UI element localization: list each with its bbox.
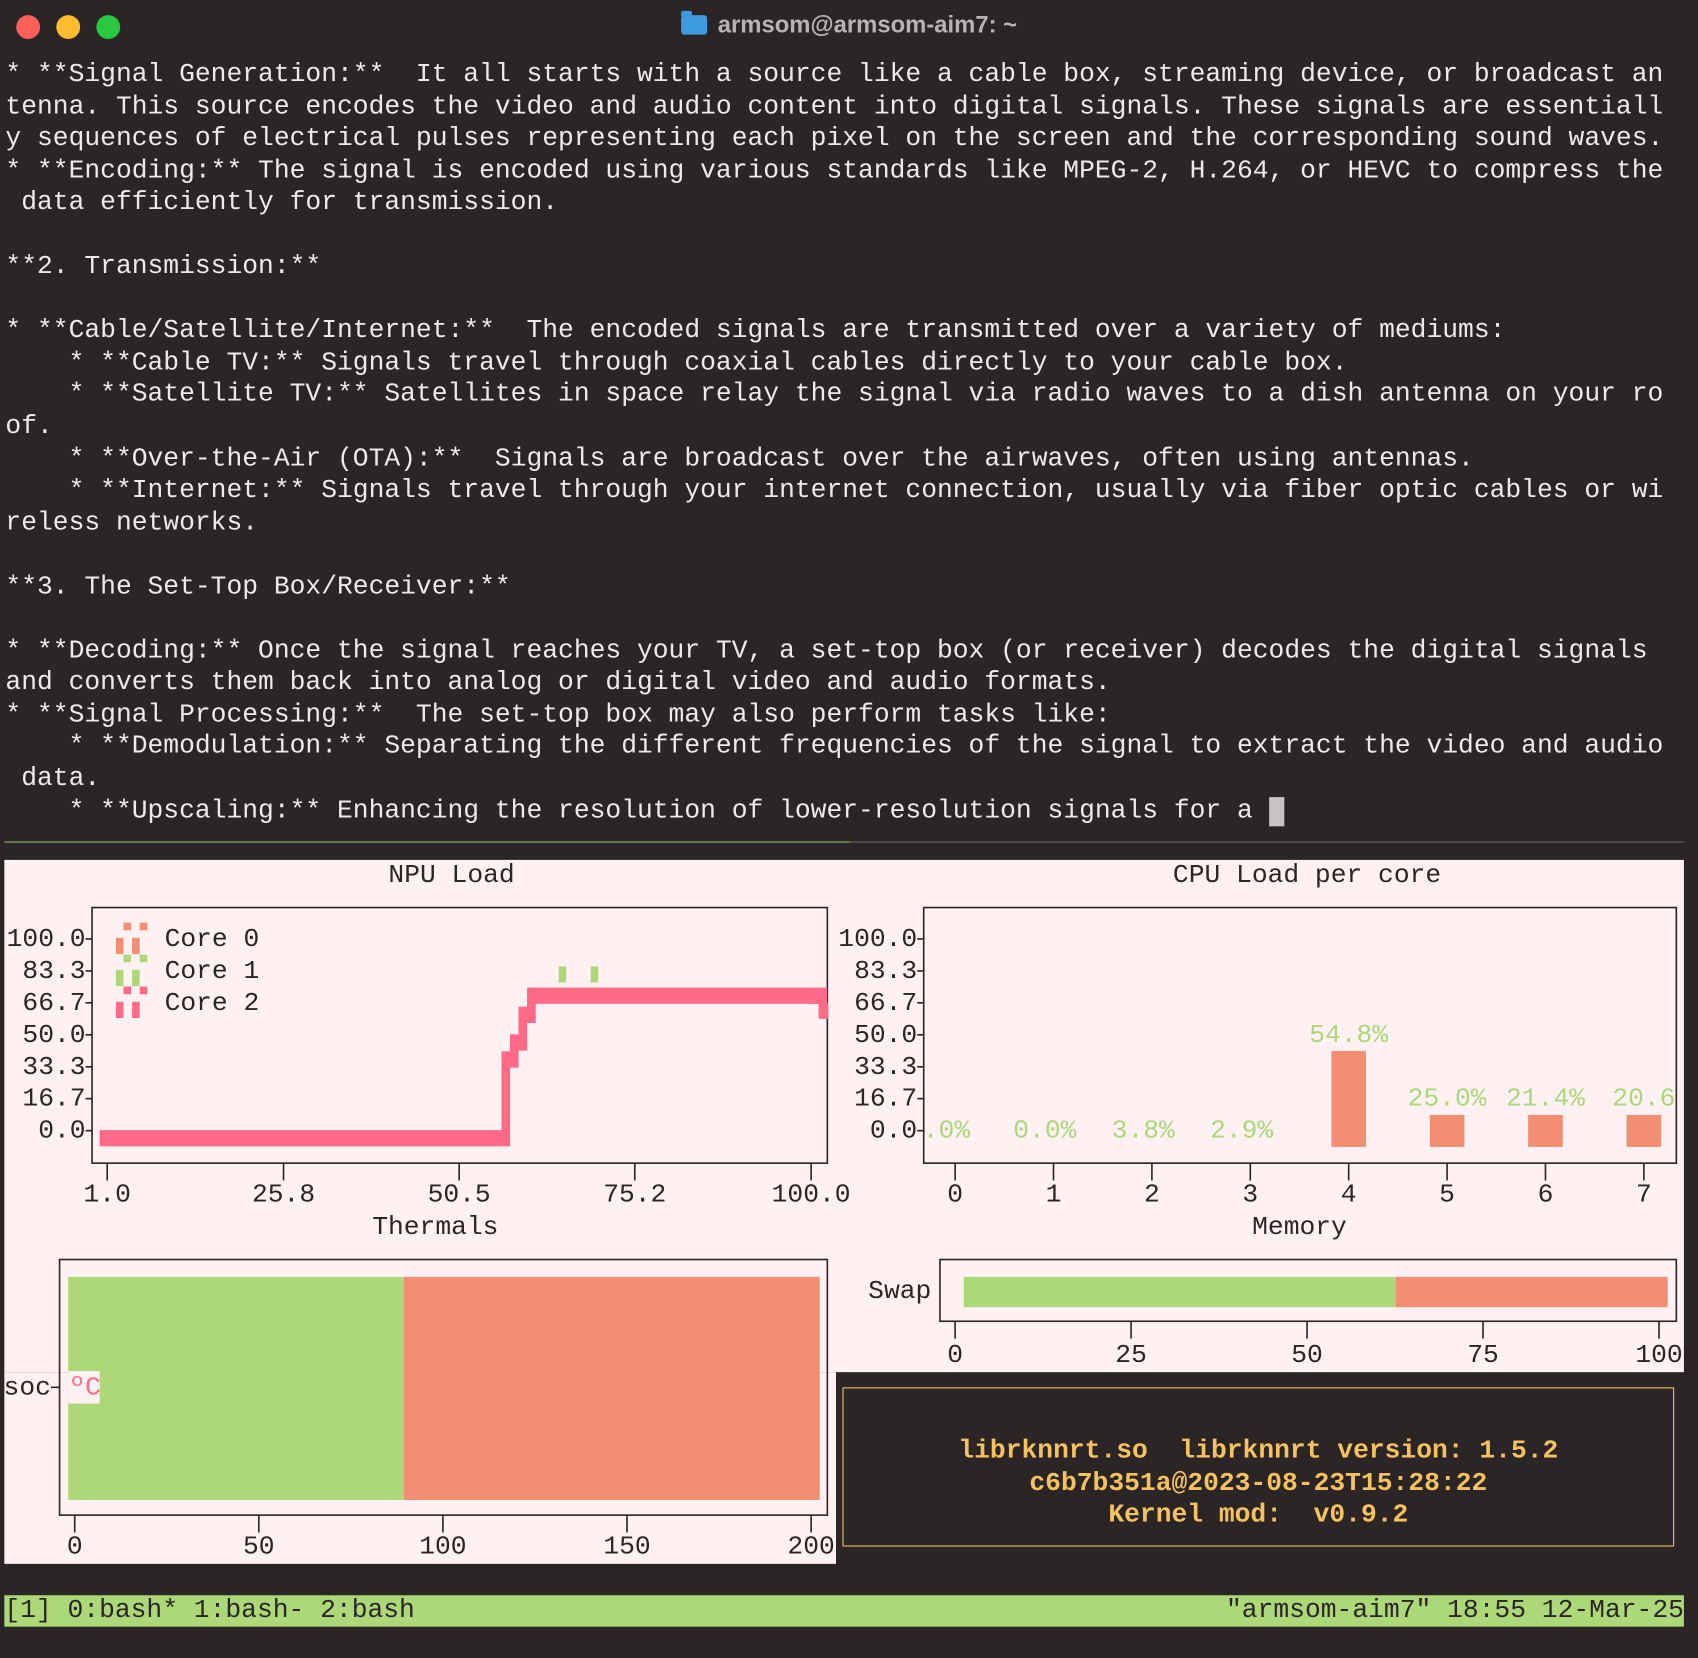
cpu-value-label: .0% — [923, 1116, 971, 1146]
x-tick-label: 50.5 — [428, 1180, 491, 1210]
x-tick-label: 2 — [1144, 1180, 1160, 1210]
y-tick-label: 16.7 — [22, 1084, 85, 1114]
y-tick-label: 0.0 — [870, 1116, 917, 1146]
swap-free-bar — [1395, 1276, 1668, 1308]
legend-marker-core-1-icon — [139, 954, 148, 963]
terminal-window: armsom@armsom-aim7: ~ * **Signal Generat… — [0, 0, 1698, 1658]
npu-series-segment — [528, 987, 812, 1004]
cpu-value-label: 0.0% — [1013, 1116, 1076, 1146]
legend-marker-core-2-icon — [115, 1001, 124, 1019]
npu-series-segment — [590, 966, 599, 983]
y-tick-label: 50.0 — [22, 1020, 85, 1050]
legend-marker-core-1-icon — [115, 969, 124, 987]
x-tick-label: 5 — [1439, 1180, 1455, 1210]
x-tick-label: 0 — [67, 1532, 83, 1562]
cpu-core-bar — [1331, 1051, 1367, 1147]
cpu-core-bar — [1626, 1114, 1662, 1147]
legend-marker-core-1-icon — [123, 954, 132, 963]
y-tick-label: 33.3 — [22, 1052, 85, 1082]
npu-series-step — [518, 1006, 528, 1051]
y-tick-label: 66.7 — [22, 988, 85, 1018]
x-tick-label: 150 — [603, 1532, 650, 1562]
x-tick-label: 50 — [243, 1532, 275, 1562]
x-tick-label: 100.0 — [772, 1180, 851, 1210]
legend-marker-core-2-icon — [132, 1001, 140, 1019]
cpu-value-label: 21.4% — [1506, 1084, 1585, 1114]
cpu-core-bar — [1528, 1114, 1563, 1147]
npu-series-step — [818, 987, 828, 1019]
y-category-label: soc — [4, 1372, 51, 1402]
y-tick-label: 83.3 — [22, 956, 85, 986]
x-tick-label: 50 — [1291, 1340, 1323, 1370]
legend-marker-core-0-icon — [132, 937, 140, 955]
soc-temperature-remainder — [403, 1276, 820, 1500]
x-tick-label: 4 — [1341, 1180, 1357, 1210]
x-tick-label: 0 — [947, 1340, 963, 1370]
legend-marker-core-0-icon — [139, 922, 148, 931]
y-tick-label: 50.0 — [854, 1020, 917, 1050]
npu-series-step — [810, 987, 819, 1004]
x-tick-label: 75 — [1467, 1340, 1499, 1370]
legend-label: Core 1 — [165, 956, 260, 986]
npu-series-segment — [558, 966, 567, 983]
legend-marker-core-2-icon — [123, 986, 132, 995]
x-tick-label: 1 — [1046, 1180, 1062, 1210]
npu-series-step — [527, 987, 536, 1023]
soc-temperature-bar — [68, 1276, 404, 1500]
legend-marker-core-1-icon — [132, 969, 140, 987]
x-tick-label: 3 — [1242, 1180, 1258, 1210]
tmux-window-list[interactable]: [1] 0:bash* 1:bash- 2:bash — [4, 1595, 415, 1626]
swap-used-bar — [963, 1276, 1396, 1308]
y-tick-label: 83.3 — [854, 956, 917, 986]
rknn-info-panel: librknnrt.so librknnrt version: 1.5.2 c6… — [842, 1387, 1675, 1547]
x-tick-label: 100 — [419, 1532, 466, 1562]
info-kernel-mod: Kernel mod: v0.9.2 — [1108, 1501, 1409, 1531]
info-runtime-version: librknnrt.so librknnrt version: 1.5.2 — [958, 1437, 1559, 1467]
y-tick-label: 100.0 — [838, 924, 917, 954]
x-tick-label: 100 — [1635, 1340, 1682, 1370]
y-tick-label: 16.7 — [854, 1084, 917, 1114]
x-tick-label: 25 — [1115, 1340, 1147, 1370]
x-tick-label: 6 — [1538, 1180, 1554, 1210]
cpu-value-label: 20.6 — [1612, 1084, 1675, 1114]
y-tick-label: 0.0 — [38, 1116, 85, 1146]
memory-chart-title: Memory — [1252, 1212, 1347, 1242]
npu-series-step — [501, 1051, 511, 1147]
x-tick-label: 75.2 — [603, 1180, 666, 1210]
y-tick-label: 66.7 — [854, 988, 917, 1018]
temperature-unit-label: ºC — [69, 1372, 101, 1402]
npu-chart-title: NPU Load — [388, 860, 514, 890]
legend-marker-core-0-icon — [123, 922, 132, 931]
npu-series-step — [509, 1034, 519, 1068]
x-tick-label: 7 — [1636, 1180, 1652, 1210]
cpu-value-label: 54.8% — [1309, 1020, 1388, 1050]
cpu-core-bar — [1429, 1114, 1465, 1147]
x-tick-label: 1.0 — [84, 1180, 131, 1210]
y-tick-label: 33.3 — [854, 1052, 917, 1082]
tmux-status-bar: [1] 0:bash* 1:bash- 2:bash "armsom-aim7"… — [4, 1595, 1684, 1627]
tmux-host-clock: "armsom-aim7" 18:55 12-Mar-25 — [1226, 1596, 1684, 1626]
y-category-label: Swap — [868, 1276, 931, 1306]
npu-series-segment — [99, 1130, 503, 1147]
x-tick-label: 0 — [947, 1180, 963, 1210]
legend-marker-core-0-icon — [115, 937, 124, 955]
cpu-value-label: 3.8% — [1112, 1116, 1175, 1146]
thermals-chart-title: Thermals — [372, 1212, 498, 1242]
y-tick-label: 100.0 — [7, 924, 86, 954]
x-tick-label: 200 — [787, 1532, 834, 1562]
cpu-value-label: 2.9% — [1210, 1116, 1273, 1146]
cpu-chart-title: CPU Load per core — [1173, 860, 1441, 890]
cpu-value-label: 25.0% — [1408, 1084, 1487, 1114]
legend-label: Core 2 — [165, 988, 260, 1018]
x-tick-label: 25.8 — [252, 1180, 315, 1210]
legend-marker-core-2-icon — [139, 986, 148, 995]
legend-label: Core 0 — [165, 924, 260, 954]
info-build: c6b7b351a@2023-08-23T15:28:22 — [1029, 1469, 1488, 1499]
